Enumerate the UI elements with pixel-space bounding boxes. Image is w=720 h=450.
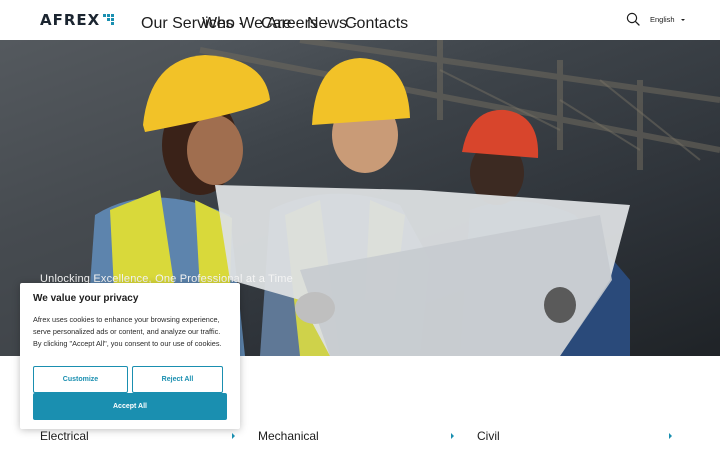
cookie-consent-dialog: We value your privacy Afrex uses cookies…	[20, 283, 240, 429]
nav-news-label: News	[307, 15, 348, 32]
service-mechanical[interactable]: Mechanical	[258, 429, 319, 443]
chevron-right-icon[interactable]	[451, 433, 454, 439]
chevron-right-icon[interactable]	[232, 433, 235, 439]
search-icon[interactable]	[626, 12, 640, 26]
logo-mark-icon	[103, 14, 117, 26]
language-selector[interactable]: English	[650, 15, 685, 24]
nav-contacts[interactable]: Contacts	[345, 15, 408, 33]
accept-all-button[interactable]: Accept All	[33, 393, 227, 420]
nav-contacts-label: Contacts	[345, 15, 409, 32]
chevron-down-icon	[680, 18, 685, 21]
site-header: AFREX Our Services Who We Are Careers Ne…	[0, 0, 720, 40]
chevron-right-icon[interactable]	[669, 433, 672, 439]
service-mechanical-label: Mechanical	[258, 429, 319, 443]
service-civil-label: Civil	[477, 429, 500, 443]
service-electrical[interactable]: Electrical	[40, 429, 89, 443]
afrex-logo[interactable]: AFREX	[40, 11, 117, 29]
service-civil[interactable]: Civil	[477, 429, 500, 443]
reject-all-button[interactable]: Reject All	[132, 366, 223, 393]
service-electrical-label: Electrical	[40, 429, 89, 443]
cookie-message: Afrex uses cookies to enhance your brows…	[33, 315, 222, 348]
customize-button[interactable]: Customize	[33, 366, 128, 393]
language-label: English	[650, 15, 675, 24]
cookie-title: We value your privacy	[33, 293, 139, 304]
logo-text: AFREX	[40, 11, 101, 29]
